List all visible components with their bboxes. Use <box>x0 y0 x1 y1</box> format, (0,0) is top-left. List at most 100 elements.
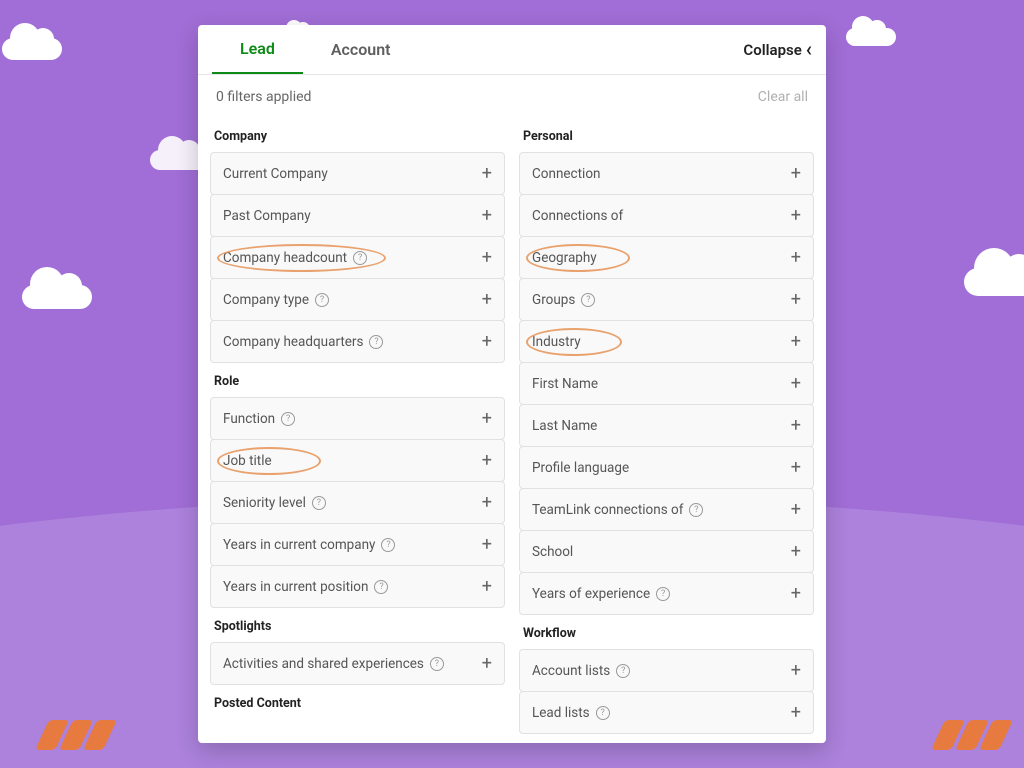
filter-personal-industry[interactable]: Industry+ <box>519 320 814 363</box>
filter-role-job-title[interactable]: Job title+ <box>210 439 505 482</box>
filter-label-text: First Name <box>532 376 598 392</box>
filter-personal-groups[interactable]: Groups+ <box>519 278 814 321</box>
filter-company-company-type[interactable]: Company type+ <box>210 278 505 321</box>
plus-icon: + <box>791 704 801 722</box>
filter-spotlights-activities-and-shared-experiences[interactable]: Activities and shared experiences+ <box>210 642 505 685</box>
filter-role-seniority-level[interactable]: Seniority level + <box>210 481 505 524</box>
filter-label: Years of experience <box>532 586 670 602</box>
filter-label: First Name <box>532 376 598 392</box>
filter-column-right: Personal Connection+Connections of+Geogr… <box>519 117 814 733</box>
info-icon <box>596 706 610 720</box>
info-icon <box>374 580 388 594</box>
info-icon <box>656 587 670 601</box>
filter-label: Groups <box>532 292 595 308</box>
cloud-decoration <box>22 285 92 309</box>
section-title-spotlights: Spotlights <box>210 607 505 642</box>
filter-personal-connection[interactable]: Connection+ <box>519 152 814 195</box>
filter-label: Connections of <box>532 208 623 224</box>
filter-label: Company headquarters <box>223 334 383 350</box>
plus-icon: + <box>791 543 801 561</box>
tab-account[interactable]: Account <box>303 26 419 73</box>
filter-label-text: Profile language <box>532 460 629 476</box>
collapse-label: Collapse <box>743 41 801 59</box>
section-title-personal: Personal <box>519 117 814 152</box>
info-icon <box>315 293 329 307</box>
plus-icon: + <box>791 459 801 477</box>
filter-personal-years-of-experience[interactable]: Years of experience+ <box>519 572 814 615</box>
filter-label-text: Past Company <box>223 208 311 224</box>
filter-label: Years in current position <box>223 579 388 595</box>
filter-personal-profile-language[interactable]: Profile language + <box>519 446 814 489</box>
filter-personal-last-name[interactable]: Last Name + <box>519 404 814 447</box>
chevron-left-icon <box>806 39 812 60</box>
filter-label-text: Company type <box>223 292 309 308</box>
filter-label-text: Activities and shared experiences <box>223 656 424 672</box>
plus-icon: + <box>791 375 801 393</box>
section-title-posted: Posted Content <box>210 684 505 719</box>
filter-label: Geography <box>532 250 597 266</box>
filter-personal-connections-of[interactable]: Connections of+ <box>519 194 814 237</box>
clear-all-button[interactable]: Clear all <box>758 89 808 105</box>
filter-label-text: Seniority level <box>223 495 306 511</box>
cloud-decoration <box>964 268 1024 296</box>
plus-icon: + <box>482 165 492 183</box>
filter-personal-first-name[interactable]: First Name + <box>519 362 814 405</box>
info-icon <box>616 664 630 678</box>
cloud-decoration <box>2 38 62 60</box>
filter-label-text: Current Company <box>223 166 328 182</box>
filter-label-text: Company headcount <box>223 250 347 266</box>
filter-label-text: Years in current position <box>223 579 368 595</box>
section-title-role: Role <box>210 362 505 397</box>
filter-label-text: School <box>532 544 573 560</box>
filter-label: Current Company <box>223 166 328 182</box>
filter-label: Past Company <box>223 208 311 224</box>
filter-role-years-in-current-position[interactable]: Years in current position+ <box>210 565 505 608</box>
filter-label: Last Name <box>532 418 597 434</box>
filter-label: Seniority level <box>223 495 326 511</box>
filter-company-past-company[interactable]: Past Company+ <box>210 194 505 237</box>
filter-workflow-lead-lists[interactable]: Lead lists + <box>519 691 814 734</box>
info-icon <box>581 293 595 307</box>
filter-personal-school[interactable]: School + <box>519 530 814 573</box>
filter-label-text: Last Name <box>532 418 597 434</box>
tab-lead[interactable]: Lead <box>212 25 303 74</box>
info-icon <box>353 251 367 265</box>
plus-icon: + <box>791 662 801 680</box>
section-title-company: Company <box>210 117 505 152</box>
section-title-workflow: Workflow <box>519 614 814 649</box>
plus-icon: + <box>482 410 492 428</box>
filter-label-text: Years in current company <box>223 537 375 553</box>
plus-icon: + <box>791 501 801 519</box>
filter-label: Job title <box>223 453 272 469</box>
collapse-button[interactable]: Collapse <box>743 39 812 60</box>
filters-applied-count: 0 filters applied <box>216 89 311 105</box>
plus-icon: + <box>791 417 801 435</box>
filter-label-text: Lead lists <box>532 705 590 721</box>
filter-workflow-account-lists[interactable]: Account lists + <box>519 649 814 692</box>
filter-label: Activities and shared experiences <box>223 656 444 672</box>
slash-decoration <box>42 720 110 750</box>
cloud-decoration <box>846 28 896 46</box>
plus-icon: + <box>482 494 492 512</box>
filter-company-current-company[interactable]: Current Company + <box>210 152 505 195</box>
info-icon <box>689 503 703 517</box>
filter-personal-teamlink-connections-of[interactable]: TeamLink connections of+ <box>519 488 814 531</box>
filter-label: Connection <box>532 166 600 182</box>
filter-role-years-in-current-company[interactable]: Years in current company+ <box>210 523 505 566</box>
filter-meta: 0 filters applied Clear all <box>198 75 826 111</box>
filter-label-text: Account lists <box>532 663 610 679</box>
filter-company-company-headcount[interactable]: Company headcount+ <box>210 236 505 279</box>
info-icon <box>369 335 383 349</box>
info-icon <box>312 496 326 510</box>
filter-column-left: Company Current Company+Past Company+Com… <box>210 117 505 733</box>
info-icon <box>381 538 395 552</box>
filter-personal-geography[interactable]: Geography + <box>519 236 814 279</box>
plus-icon: + <box>791 249 801 267</box>
filter-role-function[interactable]: Function+ <box>210 397 505 440</box>
filter-company-company-headquarters[interactable]: Company headquarters+ <box>210 320 505 363</box>
filter-label: Lead lists <box>532 705 610 721</box>
filter-sections-container: Company Current Company+Past Company+Com… <box>198 111 826 743</box>
filter-panel: Lead Account Collapse 0 filters applied … <box>198 25 826 743</box>
filter-label-text: Geography <box>532 250 597 266</box>
filter-label: Industry <box>532 334 581 350</box>
